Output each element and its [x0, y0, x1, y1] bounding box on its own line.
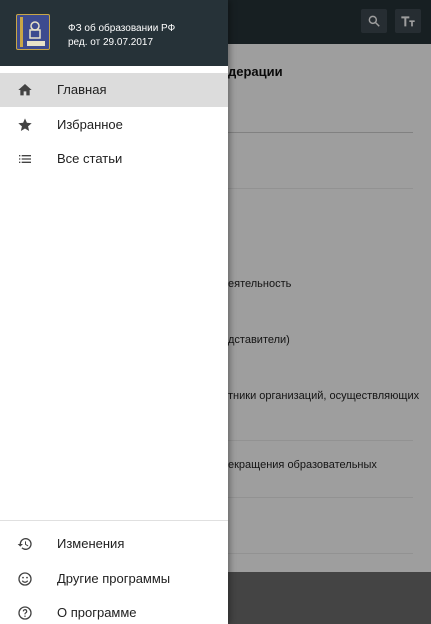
smiley-icon	[17, 571, 33, 587]
nav-item-other-apps[interactable]: Другие программы	[0, 562, 228, 596]
nav-item-label: О программе	[57, 605, 137, 620]
nav-item-about[interactable]: О программе	[0, 596, 228, 624]
star-icon	[17, 117, 33, 133]
edition-date: ред. от 29.07.2017	[68, 37, 154, 48]
nav-item-label: Другие программы	[57, 571, 171, 586]
history-icon	[17, 536, 33, 552]
home-icon	[17, 82, 33, 98]
app-title: ФЗ об образовании РФ	[68, 23, 176, 34]
nav-item-changes[interactable]: Изменения	[0, 527, 228, 561]
nav-item-label: Избранное	[57, 117, 123, 132]
nav-item-all-articles[interactable]: Все статьи	[0, 142, 228, 176]
book-cover-icon	[20, 17, 45, 47]
nav-item-label: Главная	[57, 82, 107, 97]
navigation-drawer: ФЗ об образовании РФ ред. от 29.07.2017 …	[0, 0, 228, 624]
list-icon	[17, 151, 33, 167]
drawer-divider	[0, 520, 228, 521]
help-icon	[17, 605, 33, 621]
nav-item-favorites[interactable]: Избранное	[0, 108, 228, 142]
drawer-header: ФЗ об образовании РФ ред. от 29.07.2017	[0, 0, 228, 66]
app-logo	[16, 14, 50, 50]
nav-item-home[interactable]: Главная	[0, 73, 228, 107]
nav-item-label: Все статьи	[57, 151, 123, 166]
nav-item-label: Изменения	[57, 536, 125, 551]
